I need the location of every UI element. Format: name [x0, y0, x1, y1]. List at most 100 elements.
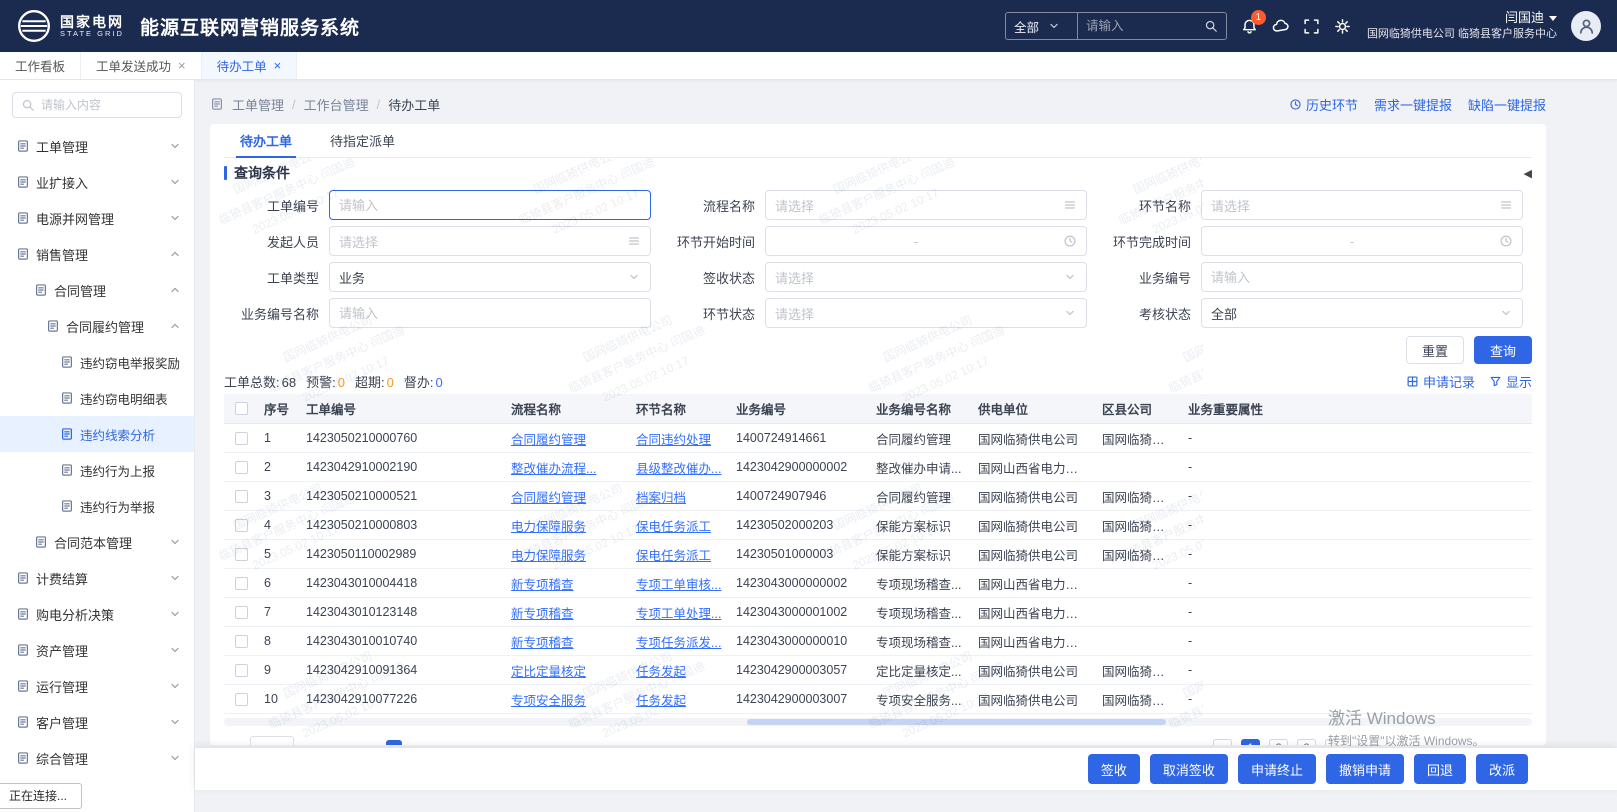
row-checkbox[interactable]	[224, 461, 258, 474]
row-checkbox[interactable]	[224, 432, 258, 445]
footer-action-button[interactable]: 撤销申请	[1326, 754, 1404, 784]
footer-action-button[interactable]: 申请终止	[1238, 754, 1316, 784]
select-field[interactable]: 请选择	[765, 262, 1087, 292]
settings-gear-icon[interactable]	[1334, 18, 1351, 35]
sidebar-item[interactable]: 资产管理	[0, 632, 194, 668]
table-tool-link[interactable]: 申请记录	[1406, 372, 1475, 391]
sidebar-item[interactable]: 电源并网管理	[0, 200, 194, 236]
reset-button[interactable]: 重置	[1406, 336, 1464, 364]
refresh-button[interactable]	[386, 740, 402, 745]
row-checkbox[interactable]	[224, 693, 258, 706]
row-checkbox[interactable]	[224, 519, 258, 532]
table-row[interactable]: 91423042910091364定比定量核定任务发起1423042900003…	[224, 656, 1532, 685]
process-name-link[interactable]: 整改催办流程...	[505, 458, 630, 477]
process-name-link[interactable]: 电力保障服务	[505, 516, 630, 535]
footer-action-button[interactable]: 改派	[1476, 754, 1528, 784]
cloud-sync-icon[interactable]	[1272, 18, 1289, 35]
footer-action-button[interactable]: 取消签收	[1150, 754, 1228, 784]
sidebar-item[interactable]: 合同履约管理	[0, 308, 194, 344]
table-row[interactable]: 21423042910002190整改催办流程...县级整改催办...14230…	[224, 453, 1532, 482]
step-name-link[interactable]: 档案归档	[630, 487, 730, 506]
page-button[interactable]: 1	[1241, 739, 1260, 746]
sidebar-item[interactable]: 综合管理	[0, 740, 194, 776]
search-button[interactable]: 查询	[1474, 336, 1532, 364]
daterange-field[interactable]: -	[1201, 226, 1523, 256]
field-text-input[interactable]	[1211, 270, 1513, 285]
footer-action-button[interactable]: 签收	[1088, 754, 1140, 784]
sidebar-item[interactable]: 违约线索分析	[0, 416, 194, 452]
step-name-link[interactable]: 专项任务派发...	[630, 632, 730, 651]
page-button[interactable]: 3	[1297, 739, 1316, 746]
content-tab[interactable]: 待指定派单	[314, 124, 411, 157]
open-tab[interactable]: 工作看板	[0, 52, 81, 79]
sidebar-item[interactable]: 违约窃电举报奖励	[0, 344, 194, 380]
content-tab[interactable]: 待办工单	[224, 124, 308, 157]
sidebar-item[interactable]: 购电分析决策	[0, 596, 194, 632]
global-search-input[interactable]	[1086, 19, 1204, 33]
sidebar-item[interactable]: 销售管理	[0, 236, 194, 272]
sidebar-item[interactable]: 客户管理	[0, 704, 194, 740]
row-checkbox[interactable]	[224, 490, 258, 503]
row-checkbox[interactable]	[224, 606, 258, 619]
page-button[interactable]: 2	[1269, 739, 1288, 746]
table-row[interactable]: 61423043010004418新专项稽查专项工单审核...142304300…	[224, 569, 1532, 598]
sidebar-item[interactable]: 计费结算	[0, 560, 194, 596]
select-all-checkbox[interactable]	[224, 402, 258, 415]
process-name-link[interactable]: 专项安全服务	[505, 690, 630, 709]
step-name-link[interactable]: 任务发起	[630, 690, 730, 709]
column-header[interactable]: 业务重要属性	[1182, 399, 1532, 418]
column-header[interactable]: 供电单位	[972, 399, 1096, 418]
sidebar-item[interactable]: 违约行为举报	[0, 488, 194, 524]
sidebar-item[interactable]: 业扩接入	[0, 164, 194, 200]
column-header[interactable]: 业务编号名称	[870, 399, 972, 418]
table-row[interactable]: 31423050210000521合同履约管理档案归档1400724907946…	[224, 482, 1532, 511]
select-field[interactable]: 业务	[329, 262, 651, 292]
row-checkbox[interactable]	[224, 577, 258, 590]
sidebar-item[interactable]: 合同管理	[0, 272, 194, 308]
picker-field[interactable]: 请选择	[329, 226, 651, 256]
table-row[interactable]: 51423050110002989电力保障服务保电任务派工14230501000…	[224, 540, 1532, 569]
page-size-select[interactable]	[250, 736, 294, 745]
search-icon[interactable]	[1204, 19, 1218, 33]
row-checkbox[interactable]	[224, 548, 258, 561]
step-name-link[interactable]: 保电任务派工	[630, 516, 730, 535]
sidebar-item[interactable]: 运行管理	[0, 668, 194, 704]
quick-link[interactable]: 需求一键提报	[1374, 95, 1452, 114]
page-button[interactable]: «	[1213, 739, 1232, 746]
process-name-link[interactable]: 新专项稽查	[505, 574, 630, 593]
footer-action-button[interactable]: 回退	[1414, 754, 1466, 784]
breadcrumb-item[interactable]: 工单管理	[232, 95, 284, 114]
row-checkbox[interactable]	[224, 635, 258, 648]
column-header[interactable]: 环节名称	[630, 399, 730, 418]
sidebar-item[interactable]: 违约窃电明细表	[0, 380, 194, 416]
table-row[interactable]: 71423043010123148新专项稽查专项工单处理...142304300…	[224, 598, 1532, 627]
close-tab-icon[interactable]: ×	[178, 59, 186, 72]
sidebar-item[interactable]: 工单管理	[0, 128, 194, 164]
sidebar-item[interactable]: 违约行为上报	[0, 452, 194, 488]
picker-field[interactable]: 请选择	[1201, 190, 1523, 220]
step-name-link[interactable]: 县级整改催办...	[630, 458, 730, 477]
avatar[interactable]	[1571, 11, 1601, 41]
step-name-link[interactable]: 保电任务派工	[630, 545, 730, 564]
quick-link[interactable]: 历史环节	[1289, 95, 1358, 114]
sidebar-item[interactable]: 合同范本管理	[0, 524, 194, 560]
row-checkbox[interactable]	[224, 664, 258, 677]
column-header[interactable]: 工单编号	[300, 399, 505, 418]
search-scope-select[interactable]: 全部	[1005, 12, 1077, 40]
step-name-link[interactable]: 任务发起	[630, 661, 730, 680]
fullscreen-icon[interactable]	[1303, 18, 1320, 35]
process-name-link[interactable]: 新专项稽查	[505, 632, 630, 651]
process-name-link[interactable]: 电力保障服务	[505, 545, 630, 564]
table-row[interactable]: 81423043010010740新专项稽查专项任务派发...142304300…	[224, 627, 1532, 656]
column-header[interactable]: 区县公司	[1096, 399, 1182, 418]
breadcrumb-item[interactable]: 待办工单	[388, 95, 440, 114]
process-name-link[interactable]: 合同履约管理	[505, 429, 630, 448]
column-header[interactable]: 序号	[258, 399, 300, 418]
table-tool-link[interactable]: 显示	[1489, 372, 1532, 391]
scrollbar-thumb[interactable]	[747, 719, 1166, 725]
picker-field[interactable]: 请选择	[765, 190, 1087, 220]
process-name-link[interactable]: 新专项稽查	[505, 603, 630, 622]
table-row[interactable]: 41423050210000803电力保障服务保电任务派工14230502000…	[224, 511, 1532, 540]
collapse-query-icon[interactable]: ◀	[1524, 167, 1532, 180]
column-header[interactable]: 业务编号	[730, 399, 870, 418]
